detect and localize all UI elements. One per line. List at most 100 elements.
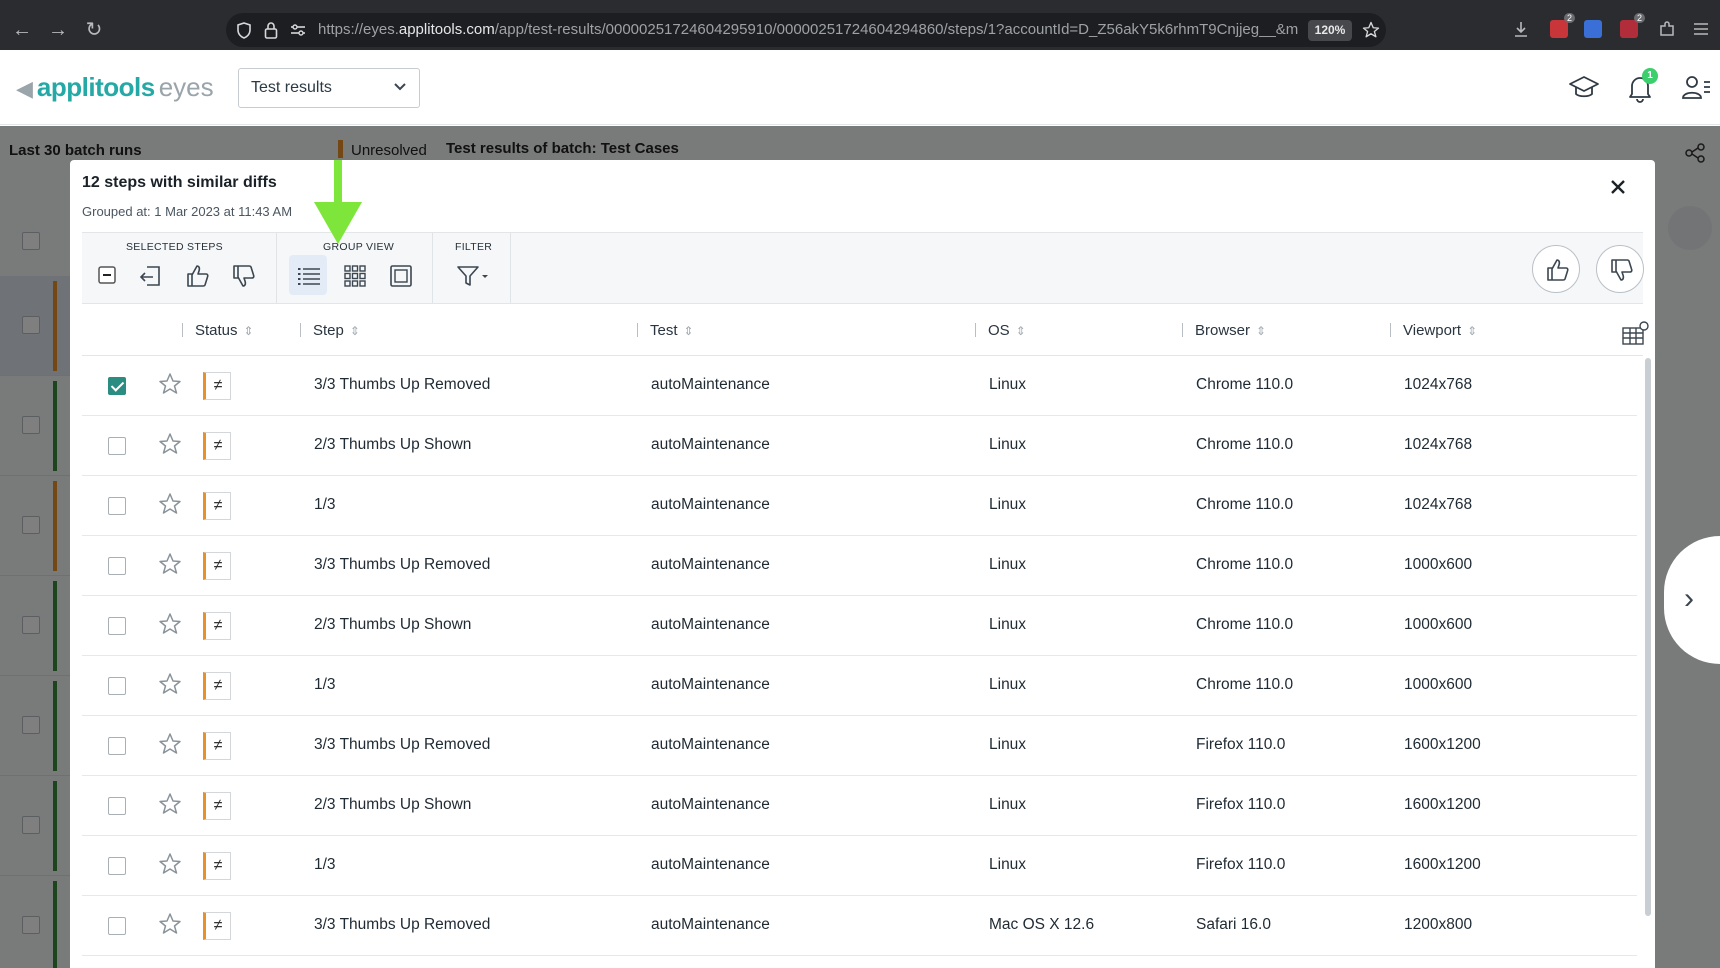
logo-mark-icon: ◀ xyxy=(16,76,33,101)
site-settings-icon[interactable] xyxy=(290,24,306,36)
accept-all-button[interactable] xyxy=(1532,245,1580,293)
status-unresolved-badge[interactable]: ≠ xyxy=(203,612,231,640)
forward-arrow-icon[interactable]: → xyxy=(46,18,70,42)
status-unresolved-badge[interactable]: ≠ xyxy=(203,552,231,580)
deselect-button[interactable] xyxy=(88,255,126,295)
row-checkbox[interactable] xyxy=(108,437,126,455)
url-text[interactable]: https://eyes.applitools.com/app/test-res… xyxy=(318,21,1298,38)
puzzle-icon[interactable] xyxy=(1658,20,1676,38)
star-icon[interactable] xyxy=(158,732,182,756)
viewport-cell: 1000x600 xyxy=(1404,556,1473,573)
table-row[interactable]: ≠ 1/3 autoMaintenance Linux Chrome 110.0 1000… xyxy=(82,656,1637,716)
zoom-badge[interactable]: 120% xyxy=(1308,20,1352,41)
status-unresolved-badge[interactable]: ≠ xyxy=(203,732,231,760)
table-row[interactable]: ≠ 3/3 Thumbs Up Removed autoMaintenance Mac… xyxy=(82,896,1637,956)
similar-diffs-modal: 12 steps with similar diffs Grouped at: … xyxy=(70,160,1655,968)
star-icon[interactable] xyxy=(158,672,182,696)
extension-icon[interactable] xyxy=(1584,20,1602,38)
column-settings-icon[interactable] xyxy=(1622,320,1650,346)
thumbs-down-icon xyxy=(233,265,255,287)
column-separator xyxy=(182,323,183,337)
table-row[interactable]: ≠ 2/3 Thumbs Up Shown autoMaintenance Linux… xyxy=(82,596,1637,656)
star-icon[interactable] xyxy=(158,612,182,636)
table-row[interactable]: ≠ 3/3 Thumbs Up Removed autoMaintenance Lin… xyxy=(82,536,1637,596)
table-row[interactable]: ≠ 1/3 autoMaintenance Linux Chrome 110.0 1024… xyxy=(82,476,1637,536)
list-view-button[interactable] xyxy=(289,255,327,295)
column-header-test[interactable]: Test ⇕ xyxy=(637,322,694,339)
row-checkbox[interactable] xyxy=(108,557,126,575)
table-row[interactable]: ≠ 3/3 Thumbs Up Removed autoMaintenance Lin… xyxy=(82,356,1637,416)
column-separator xyxy=(975,323,976,337)
bookmark-star-icon[interactable] xyxy=(1362,21,1380,39)
browser-cell: Safari 16.0 xyxy=(1196,916,1271,933)
reload-icon[interactable]: ↻ xyxy=(82,18,106,42)
menu-icon[interactable] xyxy=(1692,20,1710,38)
applitools-logo[interactable]: ◀ applitools eyes xyxy=(16,72,214,103)
table-row[interactable]: ≠ 1/3 autoMaintenance Linux Firefox 110.0 160… xyxy=(82,836,1637,896)
browser-cell: Chrome 110.0 xyxy=(1196,436,1294,453)
row-checkbox[interactable] xyxy=(108,617,126,635)
shield-icon[interactable] xyxy=(236,22,252,39)
row-checkbox[interactable] xyxy=(108,737,126,755)
table-row[interactable]: ≠ 2/3 Thumbs Up Shown autoMaintenance Linux… xyxy=(82,416,1637,476)
download-icon[interactable] xyxy=(1512,20,1530,38)
back-arrow-icon[interactable]: ← xyxy=(10,18,34,42)
row-checkbox[interactable] xyxy=(108,497,126,515)
graduation-cap-icon[interactable] xyxy=(1568,72,1600,104)
star-icon[interactable] xyxy=(158,852,182,876)
row-checkbox[interactable] xyxy=(108,857,126,875)
row-checkbox[interactable] xyxy=(108,377,126,395)
url-prefix: https://eyes. xyxy=(318,21,399,38)
column-header-status[interactable]: Status ⇕ xyxy=(182,322,254,339)
row-checkbox[interactable] xyxy=(108,677,126,695)
lock-icon[interactable] xyxy=(264,21,278,39)
address-bar[interactable]: https://eyes.applitools.com/app/test-res… xyxy=(226,13,1386,47)
star-icon[interactable] xyxy=(158,792,182,816)
star-icon[interactable] xyxy=(158,492,182,516)
column-header-browser-label: Browser xyxy=(1195,322,1251,339)
star-icon[interactable] xyxy=(158,432,182,456)
star-icon[interactable] xyxy=(158,372,182,396)
row-checkbox[interactable] xyxy=(108,797,126,815)
reject-all-button[interactable] xyxy=(1596,245,1644,293)
table-row[interactable]: ≠ 2/3 Thumbs Up Shown autoMaintenance Linux… xyxy=(82,776,1637,836)
browser-cell: Chrome 110.0 xyxy=(1196,676,1294,693)
test-cell: autoMaintenance xyxy=(651,616,770,633)
single-view-button[interactable] xyxy=(381,255,419,295)
thumbs-down-button[interactable] xyxy=(224,255,262,295)
status-unresolved-badge[interactable]: ≠ xyxy=(203,492,231,520)
test-cell: autoMaintenance xyxy=(651,556,770,573)
row-checkbox[interactable] xyxy=(108,917,126,935)
column-header-os[interactable]: OS ⇕ xyxy=(975,322,1026,339)
browser-cell: Chrome 110.0 xyxy=(1196,376,1294,393)
thumbs-up-button[interactable] xyxy=(178,255,216,295)
extension-icon[interactable]: 2 xyxy=(1620,13,1645,38)
table-header: Status ⇕ Step ⇕ Test ⇕ OS ⇕ Browser ⇕ Viewpor… xyxy=(82,306,1649,356)
user-settings-icon[interactable] xyxy=(1680,72,1712,104)
view-select-value: Test results xyxy=(251,79,332,96)
grid-view-button[interactable] xyxy=(335,255,373,295)
column-header-step[interactable]: Step ⇕ xyxy=(300,322,360,339)
star-icon[interactable] xyxy=(158,552,182,576)
column-header-viewport[interactable]: Viewport ⇕ xyxy=(1390,322,1477,339)
status-unresolved-badge[interactable]: ≠ xyxy=(203,912,231,940)
step-cell: 3/3 Thumbs Up Removed xyxy=(314,556,491,573)
table-scrollbar[interactable] xyxy=(1645,358,1651,916)
status-unresolved-badge[interactable]: ≠ xyxy=(203,672,231,700)
column-header-browser[interactable]: Browser ⇕ xyxy=(1182,322,1266,339)
column-separator xyxy=(637,323,638,337)
filter-button[interactable] xyxy=(449,255,497,295)
remove-from-group-button[interactable] xyxy=(132,255,170,295)
selected-steps-label: SELECTED STEPS xyxy=(126,241,223,253)
viewport-cell: 1024x768 xyxy=(1404,496,1473,513)
extension-icon[interactable]: 2 xyxy=(1550,13,1575,38)
close-icon[interactable] xyxy=(1607,176,1629,198)
status-unresolved-badge[interactable]: ≠ xyxy=(203,792,231,820)
viewport-cell: 1600x1200 xyxy=(1404,736,1481,753)
status-unresolved-badge[interactable]: ≠ xyxy=(203,372,231,400)
status-unresolved-badge[interactable]: ≠ xyxy=(203,432,231,460)
status-unresolved-badge[interactable]: ≠ xyxy=(203,852,231,880)
star-icon[interactable] xyxy=(158,912,182,936)
table-row[interactable]: ≠ 3/3 Thumbs Up Removed autoMaintenance Lin… xyxy=(82,716,1637,776)
view-select[interactable]: Test results xyxy=(238,68,420,108)
